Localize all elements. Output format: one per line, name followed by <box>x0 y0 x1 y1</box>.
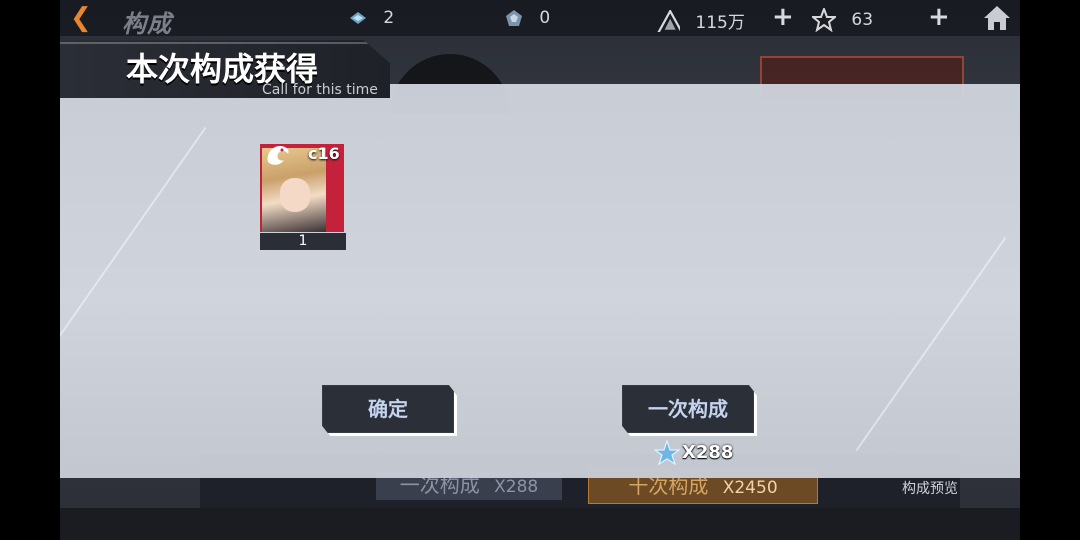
tokens-counter: 0 <box>504 8 550 28</box>
bg-pull-ten-cost: X2450 <box>722 478 778 498</box>
chevron-left-icon: ❮ <box>70 3 92 33</box>
background-bottom-bar <box>60 508 1020 540</box>
dragon-emblem-icon <box>267 146 289 165</box>
result-subtitle: Call for this time <box>262 82 378 98</box>
result-overlay <box>60 84 1020 478</box>
card-code: c16 <box>308 144 340 163</box>
token-icon <box>506 10 522 26</box>
game-viewport: ❮ 构成 2 0 115万 + 63 + 一次构成 X288 十次构成 X245… <box>60 0 1020 540</box>
confirm-button[interactable]: 确定 <box>322 385 457 436</box>
decor-line <box>60 126 207 342</box>
stars-counter: 63 <box>812 8 873 32</box>
top-bar: ❮ 构成 2 0 115万 + 63 + <box>60 0 1020 38</box>
portrait-face <box>280 178 310 212</box>
star-icon <box>812 8 836 32</box>
pull-once-cost-value: X288 <box>682 442 734 463</box>
add-stars-button[interactable]: + <box>928 4 950 30</box>
add-currency-button[interactable]: + <box>772 4 794 30</box>
page-title: 构成 <box>122 10 172 38</box>
pull-once-button[interactable]: 一次构成 <box>622 385 757 436</box>
gem-stack-icon <box>350 12 366 24</box>
card-count: 1 <box>260 233 346 250</box>
back-button[interactable]: ❮ <box>70 5 98 31</box>
stars-value: 63 <box>851 10 874 30</box>
currency-counter: 115万 <box>656 8 745 33</box>
decor-line <box>855 236 1007 452</box>
reward-card[interactable]: c16 1 <box>260 144 346 250</box>
bg-preview-label: 构成预览 <box>902 481 958 497</box>
gems-counter: 2 <box>348 8 394 28</box>
home-icon <box>984 6 1010 30</box>
currency-value: 115万 <box>695 13 745 33</box>
blue-star-icon <box>654 440 680 466</box>
bg-pull-once-cost: X288 <box>494 477 539 497</box>
triangle-currency-icon <box>657 9 680 32</box>
tokens-value: 0 <box>539 8 551 28</box>
home-button[interactable] <box>982 4 1012 32</box>
gems-value: 2 <box>383 8 395 28</box>
